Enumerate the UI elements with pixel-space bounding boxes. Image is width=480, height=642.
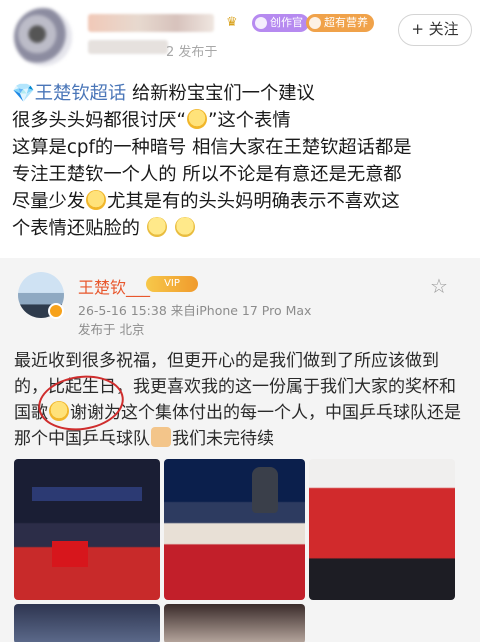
post-body: 💎王楚钦超话 给新粉宝宝们一个建议 很多头头妈都很讨厌“ ”这个表情 这算是cpf… [12, 80, 472, 242]
diamond-icon: 💎 [12, 83, 35, 104]
post-header: ♛ 创作官 超有营养 2 发布于 + 关注 [0, 0, 480, 66]
photo-team-cheer[interactable] [309, 459, 455, 600]
creator-badge-icon [255, 17, 267, 29]
post-line-6: 个表情还贴脸的 [12, 215, 472, 242]
crown-icon: ♛ [226, 15, 238, 30]
muscle-emoji-icon [151, 427, 171, 447]
grin-emoji-icon [187, 109, 208, 129]
photo-5[interactable] [164, 604, 305, 642]
creator-badge[interactable]: 创作官 [252, 14, 309, 32]
follow-button[interactable]: + 关注 [398, 14, 472, 46]
star-icon[interactable]: ☆ [430, 274, 448, 298]
post-line-2: 很多头头妈都很讨厌“ ”这个表情 [12, 109, 291, 131]
smile-emoji-icon [146, 217, 167, 237]
photo-team-stage[interactable] [14, 459, 160, 600]
retweet-location: 发布于 北京 [78, 322, 145, 337]
photo-flag [52, 541, 88, 567]
post-line-1: 💎王楚钦超话 给新粉宝宝们一个建议 [12, 83, 315, 104]
post-time-blurred [88, 40, 168, 54]
vip-badge: VIP [146, 276, 198, 292]
post-meta: 2 发布于 [166, 45, 218, 60]
photo-4[interactable] [14, 604, 160, 642]
retweet-card[interactable]: 王楚钦___ VIP 26-5-16 15:38 来自iPhone 17 Pro… [0, 258, 480, 642]
super-topic-link[interactable]: 💎王楚钦超话 [12, 83, 126, 104]
member-badge-icon [309, 17, 321, 29]
post-line-4: 专注王楚钦一个人的 所以不论是有意还是无意都 [12, 164, 402, 185]
retweet-time: 26-5-16 15:38 来自iPhone 17 Pro Max [78, 303, 312, 318]
post-line-3: 这算是cpf的一种暗号 相信大家在王楚钦超话都是 [12, 137, 412, 158]
username-blurred[interactable] [88, 14, 214, 32]
avatar[interactable] [14, 8, 72, 66]
member-badge[interactable]: 超有营养 [306, 14, 374, 32]
photo-trophy[interactable] [164, 459, 305, 600]
smile-emoji-icon [174, 217, 195, 237]
trophy-icon [252, 467, 278, 513]
grin-emoji-icon [86, 190, 107, 210]
post-line-5: 尽量少发 尤其是有的头头妈明确表示不喜欢这 [12, 190, 400, 212]
photo-banner [32, 487, 142, 501]
retweet-author[interactable]: 王楚钦___ [78, 274, 150, 298]
verified-icon [48, 303, 64, 319]
